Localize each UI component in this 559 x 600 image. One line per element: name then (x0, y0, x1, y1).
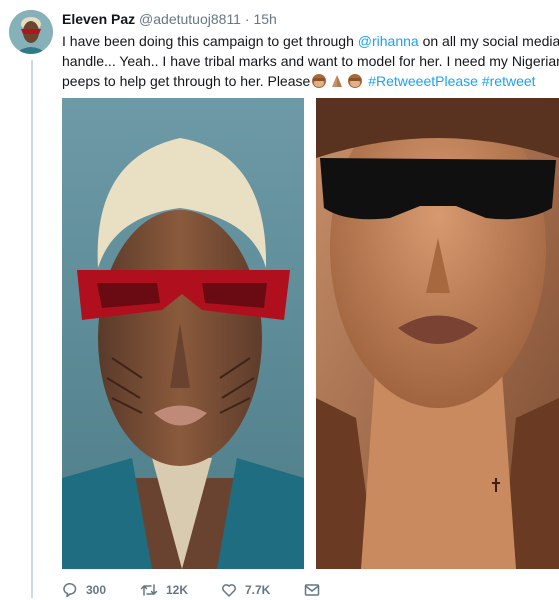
photo-left-image (62, 98, 304, 569)
photo-right[interactable] (316, 98, 559, 569)
see-no-evil-monkey-emoji (311, 73, 327, 94)
photo-left[interactable] (62, 98, 304, 569)
author-name[interactable]: Eleven Paz (62, 11, 135, 27)
hashtag-retweet[interactable]: #retweet (482, 73, 536, 89)
retweet-icon (140, 584, 158, 596)
tweet-header: Eleven Paz @adetutuoj8811 · 15h (62, 10, 277, 28)
retweet-action[interactable]: 12K (140, 582, 188, 598)
see-no-evil-monkey-emoji (347, 73, 363, 94)
thread-line (31, 60, 33, 598)
reply-action[interactable]: 300 (62, 582, 106, 598)
direct-message-action[interactable] (304, 582, 328, 598)
tweet-text: I have been doing this campaign to get t… (62, 31, 559, 94)
tweet-text-line-1: I have been doing this campaign to get t… (62, 31, 559, 51)
text-segment: peeps to help get through to her. Please (62, 73, 311, 89)
text-segment: I have been doing this campaign to get t… (62, 33, 358, 49)
envelope-icon (304, 584, 320, 596)
reply-count: 300 (86, 583, 107, 597)
like-action[interactable]: 7.7K (221, 582, 270, 598)
text-segment: on all my social media (418, 33, 559, 49)
media-grid (62, 98, 559, 569)
author-handle[interactable]: @adetutuoj8811 (139, 11, 241, 27)
tweet-text-line-2: handle... Yeah.. I have tribal marks and… (62, 53, 559, 69)
tweet-time[interactable]: 15h (253, 11, 276, 27)
folded-hands-emoji (329, 73, 345, 94)
tweet-text-line-3: peeps to help get through to her. Please… (62, 71, 554, 94)
mention-link[interactable]: @rihanna (358, 33, 419, 49)
photo-right-image (316, 98, 559, 569)
heart-icon (222, 584, 236, 597)
avatar[interactable] (9, 10, 53, 54)
avatar-image (9, 10, 53, 54)
separator: · (244, 11, 250, 27)
reply-icon (63, 583, 77, 598)
like-count: 7.7K (245, 583, 271, 597)
hashtag-retweeetplease[interactable]: #RetweeetPlease (368, 73, 478, 89)
retweet-count: 12K (166, 583, 189, 597)
